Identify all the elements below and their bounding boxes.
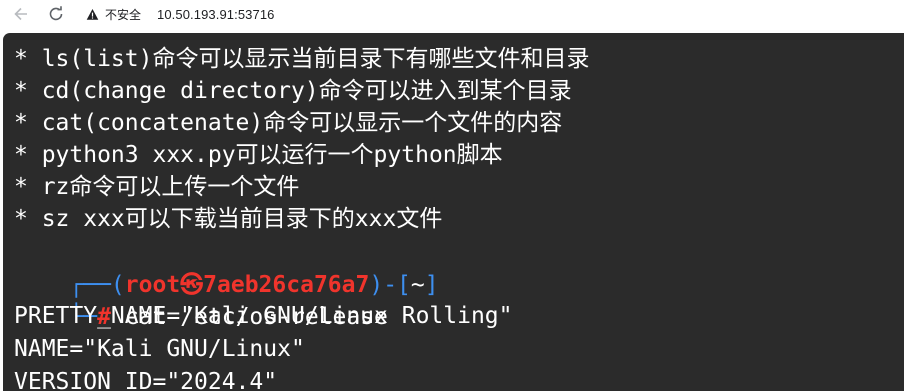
prompt-header: ┌──(root㉿7aeb26ca76a7)-[~] bbox=[14, 237, 438, 298]
output-line-name: NAME="Kali GNU/Linux" bbox=[14, 336, 305, 362]
reload-button[interactable] bbox=[45, 3, 67, 25]
info-line-ls: * ls(list)命令可以显示当前目录下有哪些文件和目录 bbox=[14, 46, 590, 72]
address-bar[interactable]: 不安全 10.50.193.91:53716 bbox=[86, 3, 274, 25]
warning-icon bbox=[86, 8, 99, 20]
terminal-window[interactable]: * ls(list)命令可以显示当前目录下有哪些文件和目录 * cd(chang… bbox=[3, 33, 904, 391]
info-line-cd: * cd(change directory)命令可以进入到某个目录 bbox=[14, 78, 572, 104]
back-button[interactable] bbox=[10, 3, 32, 25]
arrow-left-icon bbox=[14, 7, 27, 21]
security-warning-label: 不安全 bbox=[105, 7, 142, 22]
reload-icon bbox=[49, 6, 63, 21]
output-line-version-id: VERSION_ID="2024.4" bbox=[14, 369, 278, 391]
info-line-rz: * rz命令可以上传一个文件 bbox=[14, 174, 300, 200]
info-line-sz: * sz xxx可以下载当前目录下的xxx文件 bbox=[14, 206, 443, 232]
prompt-cwd: ~ bbox=[410, 272, 425, 298]
info-line-python: * python3 xxx.py可以运行一个python脚本 bbox=[14, 142, 503, 168]
browser-toolbar: 不安全 10.50.193.91:53716 bbox=[0, 0, 904, 30]
info-line-cat: * cat(concatenate)命令可以显示一个文件的内容 bbox=[14, 110, 563, 136]
prompt-command-line: └─# cat /etc/os-release bbox=[14, 269, 388, 330]
prompt-frame-close: ] bbox=[424, 272, 439, 298]
url-text: 10.50.193.91:53716 bbox=[157, 6, 275, 22]
output-line-pretty-name: PRETTY_NAME="Kali GNU/Linux Rolling" bbox=[14, 303, 513, 329]
